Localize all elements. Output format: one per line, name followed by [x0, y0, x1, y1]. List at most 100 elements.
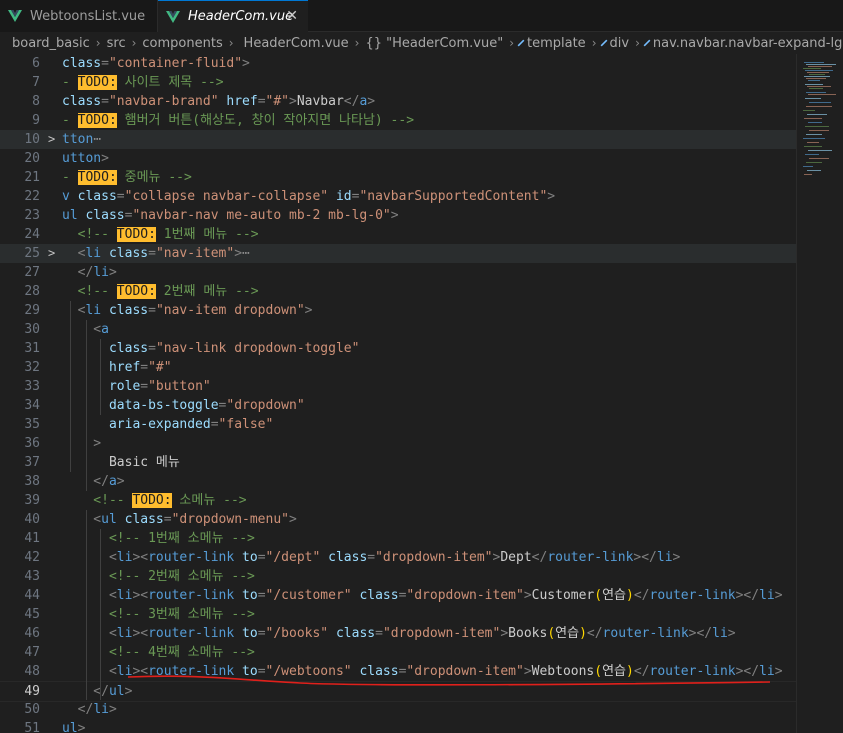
code-token: </: [633, 664, 650, 679]
close-icon[interactable]: ✕: [286, 8, 298, 24]
code-line[interactable]: 28 <!-- TODO: 2번째 메뉴 -->: [0, 282, 796, 301]
code-line[interactable]: 33 role="button": [0, 377, 796, 396]
code-line[interactable]: 32 href="#": [0, 358, 796, 377]
symbol-cube-icon: [600, 39, 607, 47]
code-token: router-link: [649, 664, 736, 679]
code-token: ul: [108, 684, 125, 699]
code-token: "dropdown-item": [406, 588, 524, 603]
code-line[interactable]: 29 <li class="nav-item dropdown">: [0, 301, 796, 320]
code-line[interactable]: 25 > <li class="nav-item">⋯: [0, 244, 796, 263]
code-token: "#": [265, 94, 289, 109]
code-line[interactable]: 37 Basic 메뉴: [0, 453, 796, 472]
code-line[interactable]: 8 class="navbar-brand" href="#">Navbar</a…: [0, 92, 796, 111]
line-number: 40: [24, 512, 40, 527]
minimap[interactable]: [796, 54, 843, 733]
code-token: =: [257, 94, 266, 109]
code-token: ⋯: [242, 246, 250, 261]
code-token: data-bs-toggle: [108, 398, 219, 413]
code-line[interactable]: 30 <a: [0, 320, 796, 339]
todo-highlight: TODO:: [77, 170, 117, 185]
minimap-line: [804, 118, 822, 119]
code-token: <: [62, 322, 102, 337]
breadcrumb-item-nav[interactable]: nav.navbar.navbar-expand-lg.bg-lig: [653, 36, 843, 51]
code-line[interactable]: 50 </li>: [0, 700, 796, 719]
code-token: ): [626, 588, 634, 603]
breadcrumb-item-file[interactable]: HeaderCom.vue: [244, 36, 349, 51]
code-line[interactable]: 38 </a>: [0, 472, 796, 491]
code-line[interactable]: 34 data-bs-toggle="dropdown": [0, 396, 796, 415]
code-text: <li class="nav-item">⋯: [62, 244, 250, 263]
tab-headercom[interactable]: HeaderCom.vue ✕: [158, 0, 308, 32]
code-line[interactable]: 44 <li><router-link to="/customer" class…: [0, 586, 796, 605]
code-line[interactable]: 24 <!-- TODO: 1번째 메뉴 -->: [0, 225, 796, 244]
fold-chevron-icon[interactable]: >: [48, 130, 55, 149]
minimap-line: [809, 74, 825, 75]
code-line[interactable]: 48 <li><router-link to="/webtoons" class…: [0, 662, 796, 681]
code-token: =: [116, 189, 125, 204]
code-token: a: [108, 474, 117, 489]
fold-chevron-icon[interactable]: >: [48, 244, 55, 263]
breadcrumb-item-template[interactable]: template: [527, 36, 586, 51]
breadcrumb-item-project[interactable]: board_basic: [12, 36, 90, 51]
code-line[interactable]: 45 <!-- 3번째 소메뉴 -->: [0, 605, 796, 624]
code-text: ul class="navbar-nav me-auto mb-2 mb-lg-…: [62, 206, 399, 225]
code-token: <: [62, 246, 86, 261]
code-line[interactable]: 27 </li>: [0, 263, 796, 282]
code-line[interactable]: 35 aria-expanded="false": [0, 415, 796, 434]
code-token: li: [93, 702, 109, 717]
code-line[interactable]: 36 >: [0, 434, 796, 453]
code-line[interactable]: 46 <li><router-link to="/books" class="d…: [0, 624, 796, 643]
code-line[interactable]: 21 - TODO: 중메뉴 -->: [0, 168, 796, 187]
line-number: 34: [24, 398, 40, 413]
code-token: v: [62, 189, 70, 204]
code-token: >: [523, 664, 532, 679]
code-token: router-link: [148, 664, 235, 679]
code-token: Customer: [531, 588, 595, 603]
code-token: ul: [62, 208, 78, 223]
code-line[interactable]: 7 - TODO: 사이트 제목 -->: [0, 73, 796, 92]
code-text: <!-- TODO: 2번째 메뉴 -->: [62, 282, 259, 301]
code-line[interactable]: 51 ul>: [0, 719, 796, 733]
line-number: 24: [24, 227, 40, 242]
code-line[interactable]: 31 class="nav-link dropdown-toggle": [0, 339, 796, 358]
code-token: li: [85, 303, 102, 318]
code-text: </li>: [62, 263, 117, 282]
code-token: li: [759, 664, 775, 679]
code-text: <li><router-link to="/dept" class="dropd…: [62, 548, 680, 567]
code-token: role: [108, 379, 141, 394]
code-line[interactable]: 39 <!-- TODO: 소메뉴 -->: [0, 491, 796, 510]
code-line[interactable]: 22 v class="collapse navbar-collapse" id=…: [0, 187, 796, 206]
code-line[interactable]: 23 ul class="navbar-nav me-auto mb-2 mb-l…: [0, 206, 796, 225]
breadcrumb-item-module[interactable]: {} "HeaderCom.vue": [365, 36, 503, 51]
code-line[interactable]: 43 <!-- 2번째 소메뉴 -->: [0, 567, 796, 586]
tab-webtoonslist[interactable]: WebtoonsList.vue: [0, 0, 158, 32]
code-text: </ul>: [62, 682, 132, 701]
code-line[interactable]: 49 </ul>: [0, 681, 796, 702]
breadcrumb-item-div[interactable]: div: [610, 36, 630, 51]
code-line[interactable]: 20 utton>: [0, 149, 796, 168]
code-text: aria-expanded="false": [62, 415, 273, 434]
code-text: <!-- TODO: 소메뉴 -->: [62, 491, 247, 510]
code-line[interactable]: 6 class="container-fluid">: [0, 54, 796, 73]
code-token: "nav-item dropdown": [155, 303, 305, 318]
code-token: ><: [132, 550, 149, 565]
code-token: router-link: [148, 626, 235, 641]
code-token: to: [242, 626, 258, 641]
code-token: 연습: [602, 664, 627, 679]
code-editor[interactable]: 6 class="container-fluid"> 7- TODO: 사이트 제목…: [0, 54, 843, 733]
code-line[interactable]: 9 - TODO: 햄버거 버튼(해상도, 창이 작아지면 나타남) -->: [0, 111, 796, 130]
code-line[interactable]: 40 <ul class="dropdown-menu">: [0, 510, 796, 529]
code-token: 연습: [555, 626, 580, 641]
line-number: 36: [24, 436, 40, 451]
minimap-line: [804, 62, 824, 63]
code-line[interactable]: 47 <!-- 4번째 소메뉴 -->: [0, 643, 796, 662]
breadcrumb-item-components[interactable]: components: [142, 36, 222, 51]
code-token: </: [531, 550, 548, 565]
code-line[interactable]: 10 > tton⋯: [0, 130, 796, 149]
code-line[interactable]: 42 <li><router-link to="/dept" class="dr…: [0, 548, 796, 567]
code-line[interactable]: 41 <!-- 1번째 소메뉴 -->: [0, 529, 796, 548]
code-token: class: [359, 588, 399, 603]
breadcrumb-item-src[interactable]: src: [107, 36, 126, 51]
code-token: li: [116, 588, 133, 603]
